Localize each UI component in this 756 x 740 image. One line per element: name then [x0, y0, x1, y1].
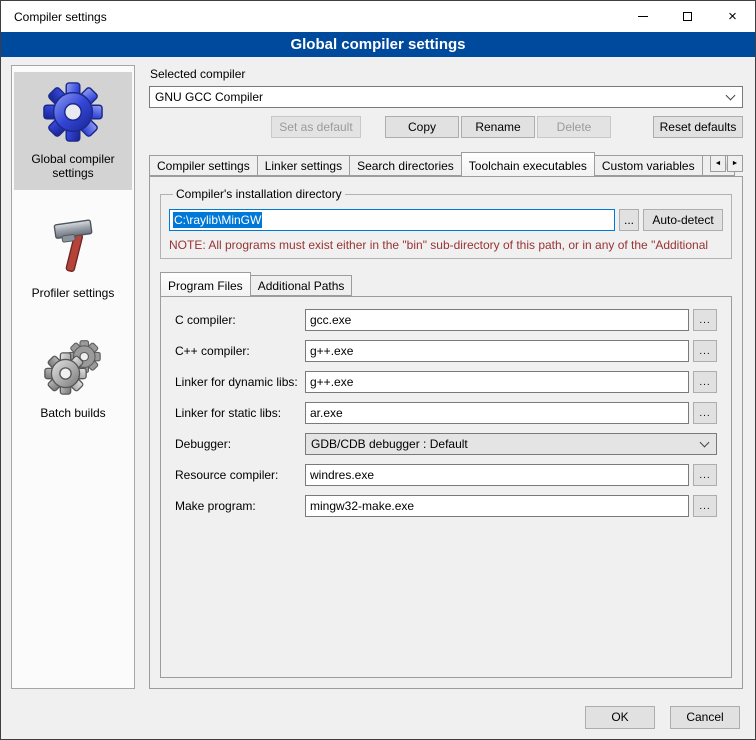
delete-button[interactable]: Delete	[537, 116, 611, 138]
compiler-settings-dialog: Compiler settings × Global compiler sett…	[0, 0, 756, 740]
c-compiler-browse-button[interactable]: ...	[693, 309, 717, 331]
selected-compiler-value: GNU GCC Compiler	[155, 90, 263, 104]
resource-compiler-input[interactable]	[305, 464, 689, 486]
page-title: Global compiler settings	[1, 32, 755, 57]
c-compiler-row: C compiler: ...	[175, 309, 717, 331]
tab-toolchain-executables[interactable]: Toolchain executables	[461, 152, 595, 176]
selected-compiler-label: Selected compiler	[150, 67, 743, 81]
sidebar-item-label: Global compiler settings	[16, 152, 130, 180]
tab-compiler-settings[interactable]: Compiler settings	[149, 155, 258, 176]
linker-dynamic-input[interactable]	[305, 371, 689, 393]
resource-compiler-row: Resource compiler: ...	[175, 464, 717, 486]
c-compiler-label: C compiler:	[175, 313, 301, 327]
reset-defaults-button[interactable]: Reset defaults	[653, 116, 743, 138]
maximize-button[interactable]	[665, 1, 710, 32]
cpp-compiler-row: C++ compiler: ...	[175, 340, 717, 362]
tab-scroll-left-icon[interactable]: ◄	[710, 155, 726, 172]
sidebar-item-profiler-settings[interactable]: Profiler settings	[14, 206, 132, 310]
program-tabs: Program Files Additional Paths	[160, 271, 732, 296]
rename-button[interactable]: Rename	[461, 116, 535, 138]
maximize-icon	[683, 12, 692, 21]
install-dir-selected-text: C:\raylib\MinGW	[173, 212, 262, 228]
install-dir-note: NOTE: All programs must exist either in …	[169, 238, 723, 252]
caption-buttons: ×	[620, 1, 755, 32]
dialog-footer: OK Cancel	[1, 695, 755, 739]
profiler-hammer-icon	[41, 214, 105, 278]
tab-custom-variables[interactable]: Custom variables	[594, 155, 703, 176]
selected-compiler-dropdown[interactable]: GNU GCC Compiler	[149, 86, 743, 108]
linker-dynamic-label: Linker for dynamic libs:	[175, 375, 301, 389]
make-program-browse-button[interactable]: ...	[693, 495, 717, 517]
resource-compiler-label: Resource compiler:	[175, 468, 301, 482]
tab-search-directories[interactable]: Search directories	[349, 155, 462, 176]
linker-static-input[interactable]	[305, 402, 689, 424]
settings-sidebar: Global compiler settings	[11, 65, 135, 689]
linker-static-label: Linker for static libs:	[175, 406, 301, 420]
tab-linker-settings[interactable]: Linker settings	[257, 155, 350, 176]
sidebar-item-label: Batch builds	[40, 406, 105, 420]
chevron-down-icon	[700, 438, 710, 448]
cpp-compiler-browse-button[interactable]: ...	[693, 340, 717, 362]
sidebar-item-batch-builds[interactable]: Batch builds	[14, 326, 132, 430]
tab-scroll-right-icon[interactable]: ►	[727, 155, 743, 172]
make-program-row: Make program: ...	[175, 495, 717, 517]
chevron-down-icon	[726, 91, 736, 101]
minimize-button[interactable]	[620, 1, 665, 32]
toolchain-executables-page: Compiler's installation directory C:\ray…	[149, 176, 743, 689]
install-dir-browse-button[interactable]: ...	[619, 209, 639, 231]
tab-additional-paths[interactable]: Additional Paths	[250, 275, 353, 296]
cpp-compiler-label: C++ compiler:	[175, 344, 301, 358]
c-compiler-input[interactable]	[305, 309, 689, 331]
global-compiler-gear-icon	[41, 80, 105, 144]
close-icon: ×	[728, 9, 737, 24]
batch-builds-gears-icon	[41, 334, 105, 398]
tab-scroll-buttons: ◄ ►	[709, 155, 743, 172]
window-title: Compiler settings	[14, 10, 107, 24]
close-button[interactable]: ×	[710, 1, 755, 32]
installation-directory-legend: Compiler's installation directory	[173, 187, 345, 201]
linker-static-browse-button[interactable]: ...	[693, 402, 717, 424]
install-dir-input[interactable]: C:\raylib\MinGW	[169, 209, 615, 231]
compiler-tabs: Compiler settings Linker settings Search…	[149, 151, 743, 176]
linker-dynamic-row: Linker for dynamic libs: ...	[175, 371, 717, 393]
titlebar: Compiler settings ×	[1, 1, 755, 32]
debugger-row: Debugger: GDB/CDB debugger : Default	[175, 433, 717, 455]
minimize-icon	[638, 16, 648, 17]
copy-button[interactable]: Copy	[385, 116, 459, 138]
debugger-label: Debugger:	[175, 437, 301, 451]
ok-button[interactable]: OK	[585, 706, 655, 729]
installation-directory-group: Compiler's installation directory C:\ray…	[160, 187, 732, 259]
linker-static-row: Linker for static libs: ...	[175, 402, 717, 424]
tab-program-files[interactable]: Program Files	[160, 272, 251, 296]
auto-detect-button[interactable]: Auto-detect	[643, 209, 723, 231]
make-program-input[interactable]	[305, 495, 689, 517]
sidebar-item-global-compiler-settings[interactable]: Global compiler settings	[14, 72, 132, 190]
program-files-page: C compiler: ... C++ compiler: ... Linker…	[160, 296, 732, 678]
cancel-button[interactable]: Cancel	[670, 706, 740, 729]
linker-dynamic-browse-button[interactable]: ...	[693, 371, 717, 393]
cpp-compiler-input[interactable]	[305, 340, 689, 362]
compiler-actions: Set as default Copy Rename Delete Reset …	[149, 116, 743, 138]
resource-compiler-browse-button[interactable]: ...	[693, 464, 717, 486]
sidebar-item-label: Profiler settings	[32, 286, 115, 300]
debugger-value: GDB/CDB debugger : Default	[311, 437, 468, 451]
set-as-default-button[interactable]: Set as default	[271, 116, 361, 138]
make-program-label: Make program:	[175, 499, 301, 513]
debugger-dropdown[interactable]: GDB/CDB debugger : Default	[305, 433, 717, 455]
